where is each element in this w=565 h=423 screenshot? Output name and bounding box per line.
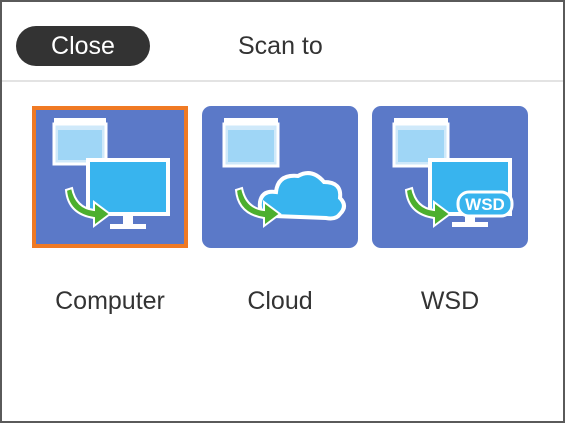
- destination-computer-tile[interactable]: [32, 106, 188, 248]
- destination-computer-label: Computer: [55, 287, 165, 315]
- destination-cloud-tile[interactable]: [202, 106, 358, 248]
- header: Close Scan to: [2, 2, 563, 82]
- close-button[interactable]: Close: [16, 26, 150, 66]
- wsd-icon-text: WSD: [465, 195, 505, 214]
- destination-wsd-label: WSD: [420, 287, 480, 315]
- wsd-icon: WSD: [392, 118, 514, 228]
- computer-icon: [52, 118, 170, 229]
- page-title: Scan to: [238, 32, 323, 60]
- destination-wsd-tile[interactable]: WSD: [372, 106, 528, 248]
- scan-to-screen: Close Scan to WSD Computer Cloud WSD: [0, 0, 565, 423]
- cloud-icon: [222, 118, 346, 228]
- destination-cloud-label: Cloud: [247, 287, 313, 315]
